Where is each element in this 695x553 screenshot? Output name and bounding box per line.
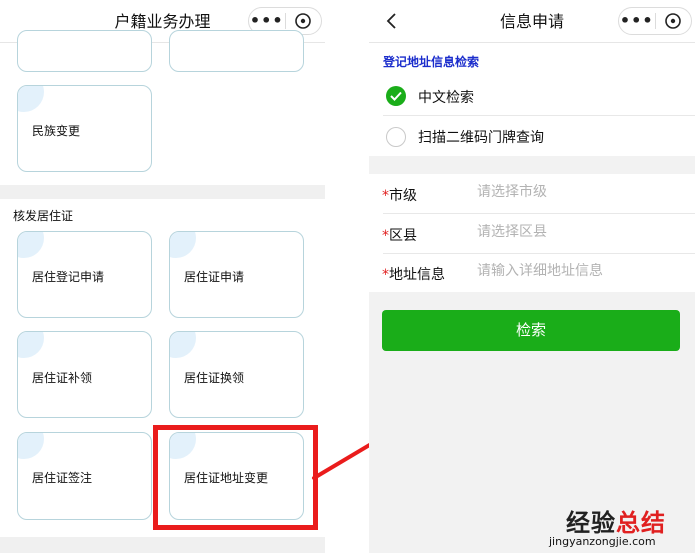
section-divider	[0, 185, 325, 199]
radio-label: 扫描二维码门牌查询	[418, 130, 544, 146]
district-select[interactable]	[477, 224, 677, 240]
card-label: 居住证签注	[32, 471, 93, 485]
watermark-logo: 经验总结	[566, 503, 666, 538]
form-row-address: *地址信息	[369, 254, 695, 292]
section-divider	[0, 537, 325, 553]
highlight-box	[153, 425, 318, 530]
radio-label: 中文检索	[418, 90, 474, 106]
radio-empty-icon	[386, 127, 406, 147]
radio-option-qr-scan[interactable]: 扫描二维码门牌查询	[369, 116, 695, 156]
card-label: 居住证换领	[184, 371, 245, 385]
mini-program-capsule: •••	[618, 7, 692, 35]
close-circle-icon	[665, 13, 682, 29]
card-corner-decoration	[18, 86, 44, 112]
field-label-text: 地址信息	[389, 267, 445, 283]
card-label: 居住登记申请	[32, 270, 105, 284]
more-button[interactable]: •••	[619, 8, 655, 34]
watermark-text-dark: 经验	[566, 509, 616, 537]
card-label: 居住证补领	[32, 371, 93, 385]
close-button[interactable]	[655, 12, 691, 30]
card-corner-decoration	[170, 232, 196, 258]
watermark-url: jingyanzongjie.com	[549, 535, 656, 548]
field-label: *市级	[382, 185, 417, 205]
card-label: 民族变更	[32, 124, 81, 138]
card-corner-decoration	[18, 433, 44, 459]
card-label: 居住证申请	[184, 270, 245, 284]
card-corner-decoration	[170, 332, 196, 358]
address-input[interactable]	[477, 263, 677, 279]
card-corner-decoration	[18, 332, 44, 358]
radio-option-chinese-search[interactable]: 中文检索	[369, 76, 695, 116]
required-mark: *	[382, 228, 389, 244]
service-card-residence-permit-endorse[interactable]: 居住证签注	[17, 432, 152, 520]
check-circle-icon	[386, 86, 406, 106]
right-nav-bar: 信息申请 •••	[369, 0, 695, 43]
form-row-city: *市级	[369, 174, 695, 214]
watermark-text-red: 总结	[616, 509, 666, 537]
service-card-residence-registration[interactable]: 居住登记申请	[17, 231, 152, 318]
city-select[interactable]	[477, 184, 677, 200]
service-card-residence-permit-reissue[interactable]: 居住证补领	[17, 331, 152, 418]
card-partial-2[interactable]	[169, 30, 304, 72]
close-button[interactable]	[285, 12, 321, 30]
form-section-title: 登记地址信息检索	[383, 55, 480, 69]
section-title: 核发居住证	[13, 209, 74, 223]
required-mark: *	[382, 188, 389, 204]
service-card-ethnicity-change[interactable]: 民族变更	[17, 85, 152, 172]
service-card-residence-permit-apply[interactable]: 居住证申请	[169, 231, 304, 318]
service-card-residence-permit-renew[interactable]: 居住证换领	[169, 331, 304, 418]
field-label: *区县	[382, 225, 417, 245]
close-circle-icon	[295, 13, 312, 29]
search-button[interactable]: 检索	[382, 310, 680, 351]
right-screen: 信息申请 ••• 登记地址信息检索 中文检索 扫描二维码门牌查询 *市级 请选择…	[369, 0, 695, 553]
form-row-district: *区县	[369, 214, 695, 254]
field-label: *地址信息	[382, 264, 445, 284]
section-divider	[369, 156, 695, 174]
card-corner-decoration	[18, 232, 44, 258]
required-mark: *	[382, 267, 389, 283]
card-partial-1[interactable]	[17, 30, 152, 72]
field-label-text: 市级	[389, 188, 417, 204]
field-label-text: 区县	[389, 228, 417, 244]
